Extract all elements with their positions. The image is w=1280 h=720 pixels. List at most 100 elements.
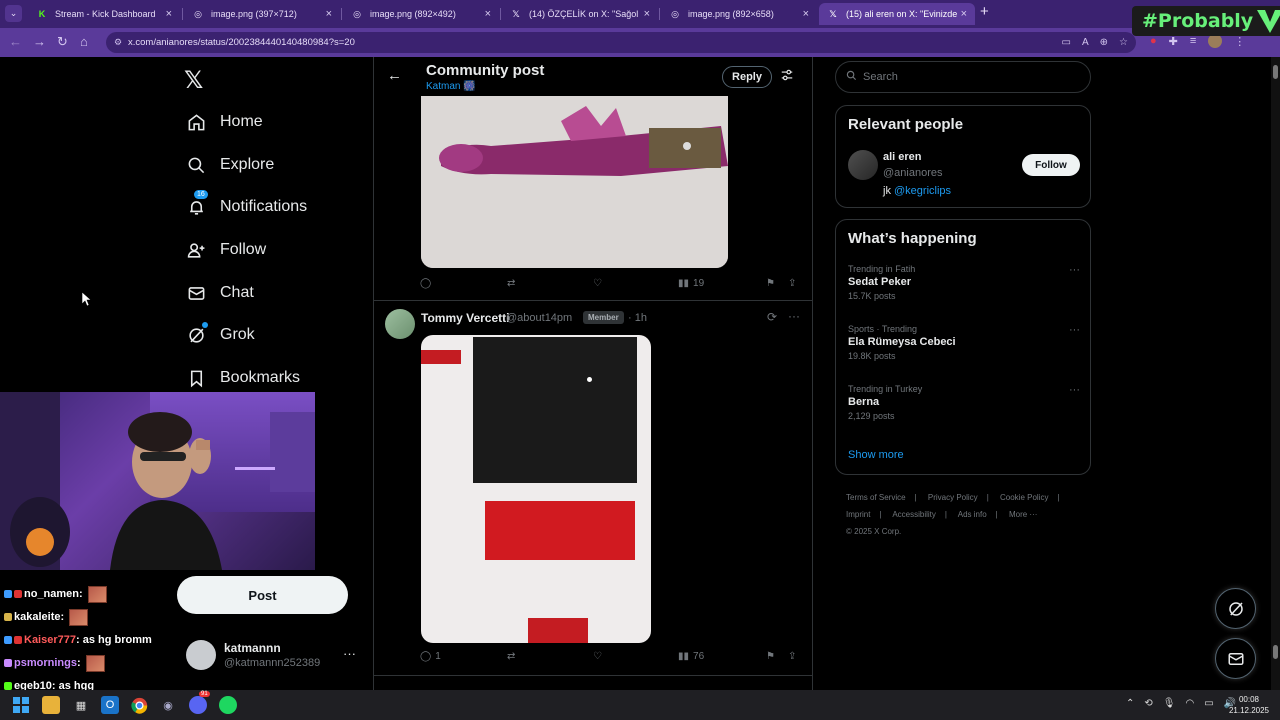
menu-kebab-icon[interactable]: ⋮ (1234, 35, 1245, 48)
zoom-icon[interactable]: ⊕ (1100, 32, 1108, 53)
url-field[interactable]: ⚙ x.com/anianores/status/200238444014048… (106, 32, 1136, 53)
close-tab-icon[interactable]: × (485, 8, 491, 20)
post-image-2[interactable] (421, 335, 651, 643)
back-arrow-icon[interactable]: ← (387, 67, 402, 84)
x-logo[interactable]: 𝕏 (184, 66, 203, 95)
sync-icon[interactable]: ⟲ (1144, 698, 1152, 709)
views-stat[interactable]: ▮▮ 19 (678, 278, 704, 289)
nav-bookmarks[interactable]: Bookmarks (186, 363, 300, 393)
spotify-icon[interactable] (219, 696, 237, 714)
messages-fab-button[interactable] (1215, 638, 1256, 679)
file-explorer-icon[interactable] (42, 696, 60, 714)
browser-tab-image-1[interactable]: ◎ image.png (397×712) × (184, 3, 340, 25)
share-icon[interactable]: ⇪ (788, 651, 796, 662)
post-image-1-content (421, 96, 728, 268)
media-icon[interactable]: ≡ (1190, 35, 1196, 47)
like-icon[interactable]: ♡ (593, 278, 602, 289)
stream-chat: no_namen : kakaleite : Kaiser777 : as hg… (0, 570, 175, 698)
steam-icon[interactable]: ◉ (159, 696, 177, 714)
grok-icon[interactable]: ⟳ (767, 310, 777, 324)
bookmark-icon[interactable]: ⚑ (766, 651, 775, 662)
browser-tab-kick[interactable]: K Stream - Kick Dashboard × (28, 3, 180, 25)
system-clock[interactable]: 00:08 21.12.2025 (1224, 694, 1274, 716)
outlook-icon[interactable]: O (101, 696, 119, 714)
back-arrow-icon[interactable]: ← (9, 34, 22, 49)
avatar[interactable] (385, 309, 415, 339)
post-button[interactable]: Post (177, 576, 348, 614)
bookmark-icon[interactable]: ⚑ (766, 278, 775, 289)
home-browser-icon[interactable]: ⌂ (80, 34, 88, 49)
extension-icon[interactable]: ● (1150, 35, 1157, 47)
nav-explore[interactable]: Explore (186, 150, 274, 180)
trend-item[interactable]: Sports · Trending Ela Rümeysa Cebeci 19.… (848, 324, 1080, 370)
reply-stat[interactable]: ◯ 1 (420, 651, 441, 662)
browser-tab-x-active[interactable]: 𝕏 (15) ali eren on X: "Evinizdeki e × (819, 3, 975, 25)
close-tab-icon[interactable]: × (166, 8, 172, 20)
new-tab-button[interactable]: + (980, 3, 989, 20)
store-icon[interactable]: ▦ (72, 696, 90, 714)
search-input[interactable]: Search (835, 61, 1091, 93)
tab-search-icon[interactable]: ⌄ (5, 5, 22, 22)
more-icon[interactable]: ··· (1069, 264, 1080, 276)
translate-icon[interactable]: A (1082, 32, 1089, 53)
scrollbar[interactable] (1271, 57, 1280, 690)
wifi-icon[interactable]: ◠ (1185, 698, 1194, 709)
globe-icon: ◎ (353, 8, 361, 19)
close-tab-icon[interactable]: × (803, 8, 809, 20)
puzzle-icon[interactable]: ✚ (1169, 35, 1178, 48)
browser-tab-image-2[interactable]: ◎ image.png (892×492) × (343, 3, 499, 25)
like-icon[interactable]: ♡ (593, 651, 602, 662)
profile-bio: jk @kegriclips (883, 185, 952, 197)
repost-icon[interactable]: ⇄ (507, 651, 515, 662)
community-name[interactable]: Katman 🎆 (426, 81, 476, 92)
chevron-up-icon[interactable]: ⌃ (1126, 698, 1134, 709)
post-1-actions: ◯ ⇄ ♡ ▮▮ 19 ⚑ ⇪ (420, 278, 805, 294)
microphone-icon[interactable]: 🎙 (1163, 698, 1176, 709)
follow-button[interactable]: Follow (1022, 154, 1080, 176)
more-icon[interactable]: ··· (788, 309, 800, 323)
windows-start-icon[interactable] (12, 696, 30, 714)
star-icon[interactable]: ☆ (1119, 32, 1128, 53)
nav-grok[interactable]: Grok (186, 320, 255, 350)
share-icon[interactable]: ⇪ (788, 278, 796, 289)
kick-icon: K (38, 9, 46, 19)
post-image-1[interactable] (421, 96, 728, 268)
reload-icon[interactable]: ↻ (57, 34, 68, 50)
install-icon[interactable]: ▭ (1062, 32, 1071, 53)
browser-tab-x-ozcelik[interactable]: 𝕏 (14) ÖZÇELİK on X: "Sağol abi ç × (502, 3, 658, 25)
nav-notifications[interactable]: 16 Notifications (186, 190, 307, 222)
member-badge: Member (583, 311, 624, 324)
trend-item[interactable]: Trending in Turkey Berna 2,129 posts ··· (848, 384, 1080, 430)
chrome-icon[interactable] (130, 696, 148, 714)
close-tab-icon[interactable]: × (961, 8, 967, 20)
discord-icon[interactable]: 91 (189, 691, 210, 714)
nav-chat[interactable]: Chat (186, 278, 254, 308)
chat-emote (69, 608, 89, 626)
browser-tab-image-3[interactable]: ◎ image.png (892×658) × (661, 3, 817, 25)
close-tab-icon[interactable]: × (326, 8, 332, 20)
nav-follow[interactable]: Follow (186, 235, 266, 265)
avatar[interactable] (848, 150, 878, 180)
monitor-icon[interactable]: ▭ (1204, 698, 1213, 709)
more-icon[interactable]: ··· (1069, 384, 1080, 396)
bell-icon: 16 (186, 190, 208, 217)
kiosk-screen (473, 337, 637, 483)
more-icon[interactable]: ··· (343, 646, 356, 661)
views-stat[interactable]: ▮▮ 76 (678, 651, 704, 662)
repost-icon[interactable]: ⇄ (507, 278, 515, 289)
close-tab-icon[interactable]: × (644, 8, 650, 20)
chat-emote (85, 654, 105, 672)
trend-item[interactable]: Trending in Fatih Sedat Peker 15.7K post… (848, 264, 1080, 310)
filter-icon[interactable] (780, 68, 794, 85)
site-info-icon[interactable]: ⚙ (114, 32, 122, 53)
forward-arrow-icon[interactable]: → (33, 34, 46, 49)
more-icon[interactable]: ··· (1069, 324, 1080, 336)
reply-button[interactable]: Reply (722, 66, 772, 88)
account-switcher[interactable]: katmannn @katmannn252389 ··· (186, 640, 366, 674)
show-more-link[interactable]: Show more (848, 449, 904, 461)
streamer-image (0, 392, 275, 570)
reply-icon[interactable]: ◯ (420, 278, 431, 289)
grok-fab-button[interactable] (1215, 588, 1256, 629)
nav-home[interactable]: Home (186, 107, 263, 137)
profile-avatar[interactable] (1208, 34, 1223, 48)
